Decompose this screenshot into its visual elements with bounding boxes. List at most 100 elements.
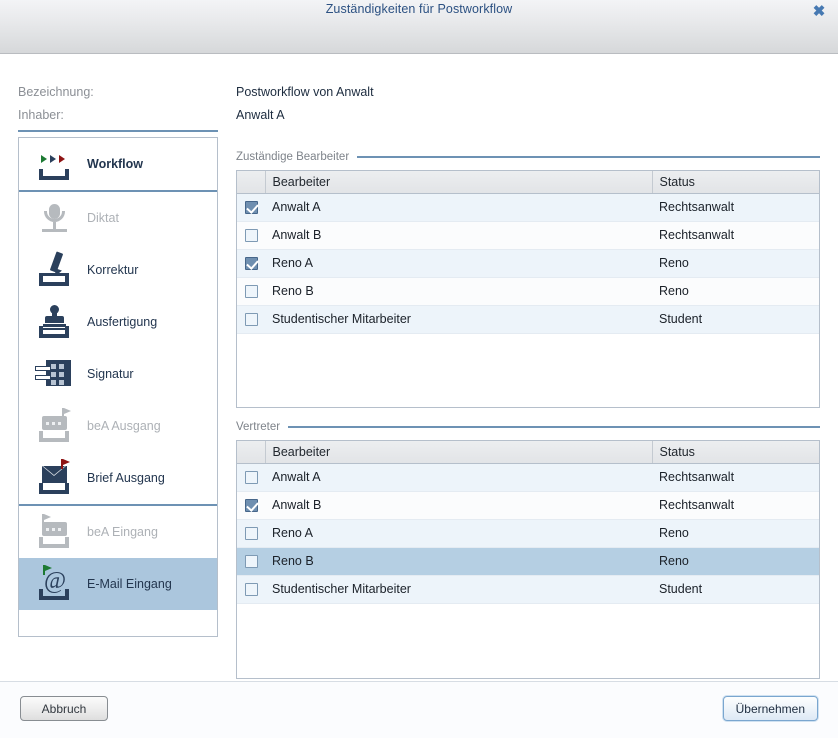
sidebar-item-bea-eingang[interactable]: beA Eingang [19, 506, 217, 558]
workflow-icon [33, 145, 77, 183]
table-row[interactable]: Reno A Reno [237, 519, 819, 548]
cancel-button[interactable]: Abbruch [20, 696, 108, 721]
row-name: Reno B [265, 547, 652, 576]
sidebar-item-label: Workflow [87, 157, 144, 171]
table-header-row: Bearbeiter Status [237, 171, 819, 194]
responsible-group-header: Zuständige Bearbeiter [236, 150, 820, 164]
signature-card-icon [33, 355, 77, 393]
sidebar-item-bea-ausgang[interactable]: beA Ausgang [19, 400, 217, 452]
table-row[interactable]: Anwalt B Rechtsanwalt [237, 491, 819, 520]
row-name: Reno A [265, 249, 652, 278]
row-checkbox[interactable] [244, 583, 258, 597]
row-checkbox-cell[interactable] [237, 249, 265, 278]
sidebar-item-workflow[interactable]: Workflow [19, 138, 217, 190]
row-status: Rechtsanwalt [652, 491, 819, 520]
row-checkbox[interactable] [244, 201, 258, 215]
dialog-footer: Abbruch Übernehmen [0, 681, 838, 738]
sidebar-item-label: Korrektur [87, 263, 139, 277]
responsible-table: Bearbeiter Status Anwalt A Rechtsanwalt [237, 171, 819, 334]
row-checkbox-cell[interactable] [237, 575, 265, 604]
row-name: Anwalt B [265, 221, 652, 250]
row-status: Rechtsanwalt [652, 463, 819, 492]
sidebar-item-ausfertigung[interactable]: Ausfertigung [19, 296, 217, 348]
row-name: Anwalt B [265, 491, 652, 520]
table-row[interactable]: Reno B Reno [237, 277, 819, 306]
at-inbox-icon: @ [33, 565, 77, 603]
row-checkbox-cell[interactable] [237, 305, 265, 334]
table-header-row: Bearbeiter Status [237, 441, 819, 464]
row-checkbox-cell[interactable] [237, 193, 265, 222]
row-checkbox[interactable] [244, 229, 258, 243]
apply-button[interactable]: Übernehmen [722, 696, 818, 721]
designation-label: Bezeichnung: [18, 85, 94, 99]
row-name: Anwalt A [265, 193, 652, 222]
table-row[interactable]: Anwalt B Rechtsanwalt [237, 221, 819, 250]
sidebar-item-diktat[interactable]: Diktat [19, 192, 217, 244]
column-header-check[interactable] [237, 441, 266, 464]
sidebar-item-label: Diktat [87, 211, 119, 225]
row-checkbox-cell[interactable] [237, 463, 265, 492]
row-checkbox[interactable] [244, 527, 258, 541]
table-row[interactable]: Anwalt A Rechtsanwalt [237, 193, 819, 222]
row-status: Rechtsanwalt [652, 221, 819, 250]
deputy-table: Bearbeiter Status Anwalt A Rechtsanwalt [237, 441, 819, 604]
table-row[interactable]: Reno A Reno [237, 249, 819, 278]
assignments-panel: Zuständige Bearbeiter Bearbeiter Status [236, 54, 820, 679]
sidebar-divider [18, 130, 218, 132]
table-row[interactable]: Studentischer Mitarbeiter Student [237, 305, 819, 334]
row-status: Reno [652, 547, 819, 576]
microphone-icon [33, 199, 77, 237]
table-row[interactable]: Studentischer Mitarbeiter Student [237, 575, 819, 604]
row-checkbox[interactable] [244, 555, 258, 569]
responsible-group-rule [357, 156, 820, 158]
row-status: Student [652, 305, 819, 334]
row-status: Reno [652, 277, 819, 306]
sidebar-item-brief-ausgang[interactable]: Brief Ausgang [19, 452, 217, 504]
sidebar-item-korrektur[interactable]: Korrektur [19, 244, 217, 296]
sidebar-bottom-space [19, 610, 217, 624]
row-status: Student [652, 575, 819, 604]
row-checkbox[interactable] [244, 285, 258, 299]
deputy-group-header: Vertreter [236, 420, 820, 434]
sidebar-item-label: Brief Ausgang [87, 471, 165, 485]
responsible-table-box: Bearbeiter Status Anwalt A Rechtsanwalt [236, 170, 820, 408]
row-checkbox[interactable] [244, 257, 258, 271]
close-icon[interactable]: ✖ [808, 1, 830, 21]
row-name: Studentischer Mitarbeiter [265, 575, 652, 604]
row-name: Reno A [265, 519, 652, 548]
row-checkbox-cell[interactable] [237, 547, 265, 576]
responsible-group-title: Zuständige Bearbeiter [236, 151, 350, 163]
sidebar-item-email-eingang[interactable]: @ E-Mail Eingang [19, 558, 217, 610]
sidebar-item-label: beA Eingang [87, 525, 158, 539]
row-checkbox-cell[interactable] [237, 519, 265, 548]
column-header-check[interactable] [237, 171, 266, 194]
column-header-bearbeiter[interactable]: Bearbeiter [265, 441, 653, 464]
row-name: Reno B [265, 277, 652, 306]
stamp-icon [33, 303, 77, 341]
row-status: Rechtsanwalt [652, 193, 819, 222]
sidebar-item-label: Signatur [87, 367, 134, 381]
title-bar: Zuständigkeiten für Postworkflow ✖ [0, 0, 838, 54]
row-checkbox-cell[interactable] [237, 491, 265, 520]
row-checkbox[interactable] [244, 499, 258, 513]
bea-outbox-icon [33, 407, 77, 445]
row-checkbox[interactable] [244, 471, 258, 485]
owner-label: Inhaber: [18, 108, 64, 122]
column-header-status[interactable]: Status [652, 441, 819, 464]
sidebar-item-label: E-Mail Eingang [87, 577, 172, 591]
sidebar-item-label: beA Ausgang [87, 419, 161, 433]
row-checkbox-cell[interactable] [237, 221, 265, 250]
pencil-tray-icon [33, 251, 77, 289]
row-status: Reno [652, 519, 819, 548]
dialog-window: Zuständigkeiten für Postworkflow ✖ Bezei… [0, 0, 838, 738]
column-header-status[interactable]: Status [652, 171, 819, 194]
deputy-table-box: Bearbeiter Status Anwalt A Rechtsanwalt [236, 440, 820, 679]
sidebar-item-signatur[interactable]: Signatur [19, 348, 217, 400]
envelope-out-icon [33, 459, 77, 497]
table-row[interactable]: Anwalt A Rechtsanwalt [237, 463, 819, 492]
row-checkbox-cell[interactable] [237, 277, 265, 306]
table-row[interactable]: Reno B Reno [237, 547, 819, 576]
bea-inbox-icon [33, 513, 77, 551]
column-header-bearbeiter[interactable]: Bearbeiter [265, 171, 653, 194]
row-checkbox[interactable] [244, 313, 258, 327]
